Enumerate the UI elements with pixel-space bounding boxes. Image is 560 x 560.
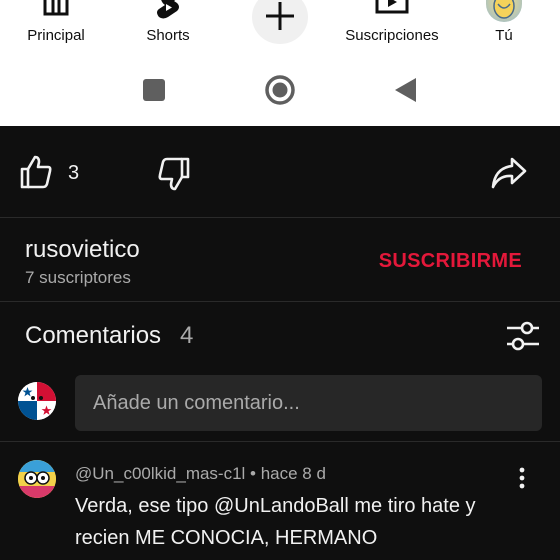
top-light-area: Principal Shorts Suscripciones Tú: [0, 0, 560, 126]
actions-row: 3: [0, 126, 560, 218]
add-comment-input[interactable]: [75, 375, 542, 431]
countryball-icon: [18, 460, 56, 498]
recents-icon: [143, 79, 165, 101]
dislike-button[interactable]: [156, 156, 192, 192]
comment-item: @Un_c00lkid_mas-c1l • hace 8 d Verda, es…: [0, 442, 560, 560]
like-count: 3: [68, 162, 80, 184]
avatar: [486, 0, 522, 22]
commenter-avatar[interactable]: [18, 460, 56, 498]
panama-flag-icon: [18, 382, 56, 420]
nav-tab-you[interactable]: Tú: [444, 0, 560, 50]
nav-tab-label: Tú: [495, 27, 513, 44]
filter-sliders-icon: [507, 321, 539, 351]
back-icon: [395, 78, 416, 102]
subscriptions-icon: [375, 0, 409, 14]
nav-tab-label: Suscripciones: [345, 27, 439, 44]
nav-tab-label: Shorts: [146, 27, 190, 44]
thumbs-up-icon: [20, 155, 52, 189]
home-icon: [43, 0, 69, 16]
nav-tab-subscriptions[interactable]: Suscripciones: [332, 0, 452, 50]
subscriber-count: 7 suscriptores: [25, 268, 131, 287]
plus-icon: [266, 2, 294, 30]
comments-count: 4: [180, 322, 194, 349]
add-comment-row: [0, 368, 560, 442]
home-circle-icon: [265, 75, 295, 105]
like-button[interactable]: [18, 154, 54, 190]
sort-filter-button[interactable]: [505, 319, 541, 353]
subscribe-button[interactable]: SUSCRIBIRME: [379, 250, 522, 273]
system-back-button[interactable]: [386, 72, 426, 108]
channel-row: rusovietico 7 suscriptores SUSCRIBIRME: [0, 218, 560, 302]
comment-text: Verda, ese tipo @UnLandoBall me tiro hat…: [75, 495, 476, 549]
nav-tab-principal[interactable]: Principal: [0, 0, 116, 50]
shorts-icon: [157, 0, 179, 19]
comment-meta: @Un_c00lkid_mas-c1l • hace 8 d: [75, 464, 326, 483]
share-icon: [491, 157, 527, 189]
user-avatar: [18, 382, 56, 420]
nav-tab-label: Principal: [27, 27, 85, 44]
share-button[interactable]: [490, 156, 528, 190]
channel-name[interactable]: rusovietico: [25, 236, 140, 264]
create-button[interactable]: [252, 0, 308, 44]
thumbs-down-icon: [158, 157, 190, 191]
comments-header: Comentarios 4: [0, 302, 560, 368]
more-vertical-icon: [519, 467, 525, 489]
nav-tab-shorts[interactable]: Shorts: [108, 0, 228, 50]
system-home-button[interactable]: [260, 72, 300, 108]
comments-title: Comentarios: [25, 322, 162, 349]
comment-more-button[interactable]: [512, 466, 532, 490]
system-recents-button[interactable]: [134, 72, 174, 108]
